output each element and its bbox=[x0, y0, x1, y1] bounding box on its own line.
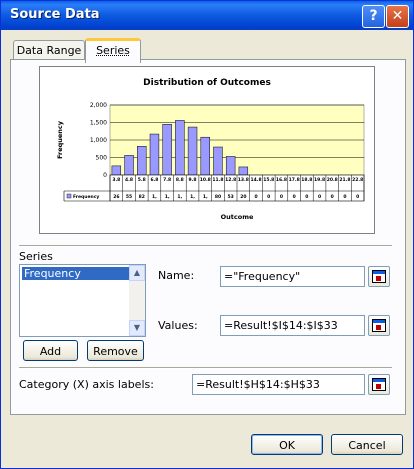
data-label: 20 bbox=[240, 194, 246, 200]
name-field[interactable]: ="Frequency" bbox=[220, 266, 365, 287]
tab-label: Series bbox=[96, 44, 130, 57]
y-tick-label: 1,000 bbox=[90, 137, 107, 144]
x-tick-label: 16.8 bbox=[276, 177, 287, 183]
y-tick-label: 500 bbox=[96, 155, 108, 162]
x-tick-label: 7.8 bbox=[163, 177, 171, 183]
close-icon[interactable]: ✕ bbox=[386, 5, 409, 28]
data-label: 1, bbox=[152, 194, 157, 200]
y-axis-label: Frequency bbox=[56, 120, 64, 159]
x-tick-label: 9.8 bbox=[189, 177, 197, 183]
x-tick-label: 19.8 bbox=[314, 177, 325, 183]
x-axis-label: Outcome bbox=[221, 213, 254, 221]
data-label: 0 bbox=[267, 194, 270, 200]
bar bbox=[238, 166, 249, 176]
data-label: 1, bbox=[190, 194, 195, 200]
name-range-button[interactable] bbox=[368, 266, 390, 287]
x-tick-label: 5.8 bbox=[138, 177, 146, 183]
data-label: 0 bbox=[280, 194, 283, 200]
range-selector-icon bbox=[372, 319, 386, 332]
data-label: 1, bbox=[177, 194, 182, 200]
x-tick-label: 13.8 bbox=[238, 177, 249, 183]
series-label: Series bbox=[19, 250, 53, 263]
x-tick-label: 18.8 bbox=[301, 177, 312, 183]
separator bbox=[19, 367, 392, 369]
x-tick-label: 15.8 bbox=[263, 177, 274, 183]
title-bar[interactable]: Source Data ? ✕ bbox=[1, 1, 413, 30]
data-label: 53 bbox=[228, 194, 234, 200]
data-label: 82 bbox=[139, 194, 145, 200]
bar bbox=[200, 136, 210, 176]
name-label: Name: bbox=[158, 269, 195, 282]
scrollbar[interactable]: ▲ ▼ bbox=[129, 265, 145, 336]
chart-preview: Distribution of Outcomes 2,000 1,500 1,000 5… bbox=[39, 66, 375, 234]
data-label: 0 bbox=[343, 194, 346, 200]
scroll-down-icon[interactable]: ▼ bbox=[129, 320, 145, 336]
scroll-up-icon[interactable]: ▲ bbox=[129, 265, 145, 281]
data-label: 55 bbox=[126, 194, 132, 200]
data-label: 1, bbox=[165, 194, 170, 200]
legend-label: Frequency bbox=[73, 194, 99, 200]
x-tick-label: 6.8 bbox=[150, 177, 158, 183]
x-tick-label: 14.8 bbox=[250, 177, 261, 183]
x-tick-label: 12.8 bbox=[225, 177, 236, 183]
list-item[interactable]: Frequency bbox=[22, 267, 129, 280]
remove-button[interactable]: Remove bbox=[87, 340, 144, 361]
add-button[interactable]: Add bbox=[23, 340, 78, 361]
data-label: 80 bbox=[215, 194, 221, 200]
data-label: 0 bbox=[318, 194, 321, 200]
bar bbox=[213, 146, 223, 176]
help-icon[interactable]: ? bbox=[362, 5, 385, 28]
data-label: 0 bbox=[356, 194, 359, 200]
bar bbox=[175, 120, 185, 176]
separator bbox=[19, 245, 392, 247]
category-field[interactable]: =Result!$H$14:$H$33 bbox=[192, 374, 365, 395]
bar bbox=[149, 133, 160, 176]
values-range-button[interactable] bbox=[368, 315, 390, 336]
x-tick-label: 21.8 bbox=[339, 177, 350, 183]
data-label: 1, bbox=[203, 194, 208, 200]
x-tick-label: 11.8 bbox=[212, 177, 223, 183]
range-selector-icon bbox=[372, 270, 386, 283]
cancel-button[interactable]: Cancel bbox=[331, 434, 403, 455]
x-tick-label: 17.8 bbox=[289, 177, 300, 183]
tab-series[interactable]: Series bbox=[85, 38, 141, 63]
legend-swatch bbox=[66, 193, 72, 199]
y-tick-label: 0 bbox=[103, 172, 107, 179]
bar bbox=[111, 165, 122, 176]
x-tick-label: 4.8 bbox=[125, 177, 133, 183]
bar bbox=[225, 156, 236, 176]
y-tick-label: 1,500 bbox=[90, 120, 107, 127]
ok-button[interactable]: OK bbox=[251, 434, 323, 455]
x-tick-label: 10.8 bbox=[200, 177, 211, 183]
x-tick-label: 3.8 bbox=[112, 177, 120, 183]
window-title: Source Data bbox=[10, 7, 100, 22]
bar bbox=[137, 146, 147, 176]
series-listbox[interactable]: Frequency ▲ ▼ bbox=[19, 264, 146, 337]
values-label: Values: bbox=[158, 319, 198, 332]
values-field[interactable]: =Result!$I$14:$I$33 bbox=[220, 315, 365, 336]
bar bbox=[162, 124, 172, 176]
x-tick-label: 22.8 bbox=[352, 177, 363, 183]
tab-data-range[interactable]: Data Range bbox=[13, 40, 85, 61]
category-label: Category (X) axis labels: bbox=[19, 378, 154, 391]
x-tick-label: 20.8 bbox=[327, 177, 338, 183]
data-label: 0 bbox=[293, 194, 296, 200]
series-label-text: Series bbox=[19, 250, 53, 263]
category-range-button[interactable] bbox=[368, 374, 390, 395]
data-label: 0 bbox=[305, 194, 308, 200]
tab-label: Data Range bbox=[16, 44, 82, 57]
data-label: 0 bbox=[331, 194, 334, 200]
chart-title: Distribution of Outcomes bbox=[143, 78, 271, 88]
chart-svg: Distribution of Outcomes2,0001,5001,0005… bbox=[56, 78, 365, 221]
range-selector-icon bbox=[372, 378, 386, 391]
y-tick-label: 2,000 bbox=[90, 102, 107, 109]
x-tick-label: 8.8 bbox=[176, 177, 184, 183]
data-label: 26 bbox=[113, 194, 119, 200]
bar bbox=[124, 155, 134, 176]
data-label: 0 bbox=[254, 194, 257, 200]
source-data-dialog: Source Data ? ✕ Data Range Series Distri… bbox=[0, 0, 414, 469]
bar bbox=[187, 126, 198, 176]
